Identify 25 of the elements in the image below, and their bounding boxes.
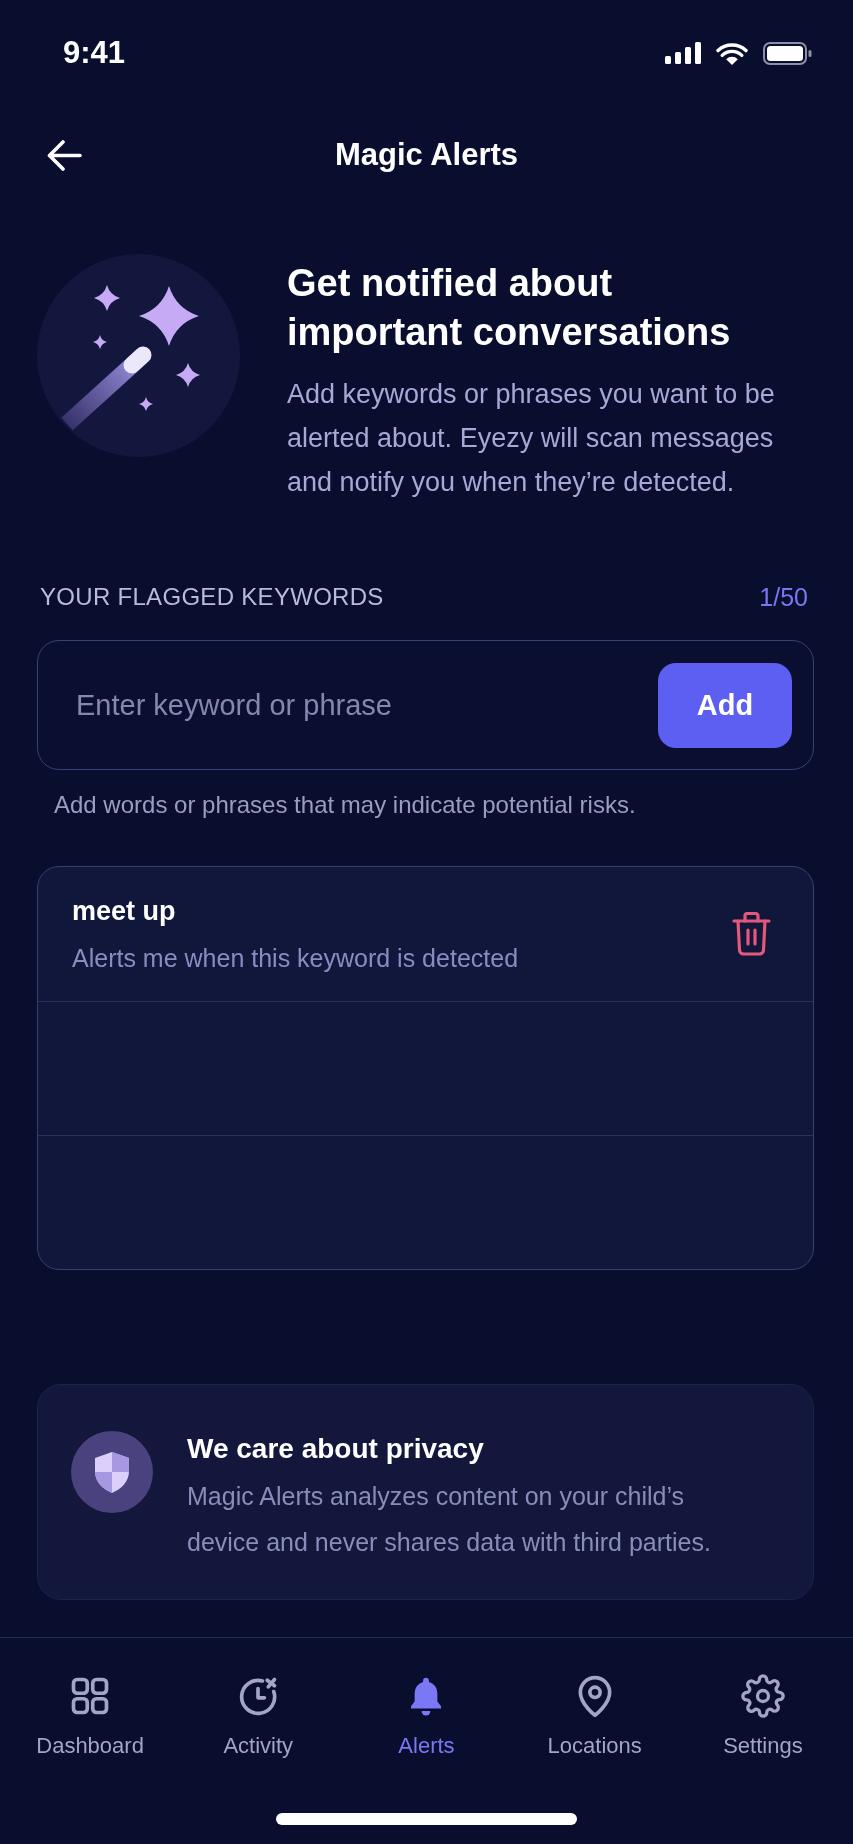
nav-tab[interactable]: Settings [723, 1672, 803, 1762]
status-time: 9:41 [63, 35, 126, 71]
nav-tab[interactable]: Locations [547, 1672, 642, 1762]
back-arrow-icon[interactable] [47, 139, 82, 171]
page-title: Magic Alerts [334, 136, 519, 174]
keyword-description: Alerts me when this keyword is detected [72, 943, 520, 974]
privacy-description: Magic Alerts analyzes content on your child’s device and never shares data with third parties. [187, 1481, 712, 1558]
keyword-input-field[interactable]: Enter keyword or phrase Add [37, 640, 814, 770]
keyword-count: 1/50 [759, 582, 808, 612]
trash-icon[interactable] [732, 912, 771, 956]
keyword-title: meet up [72, 895, 177, 928]
privacy-title: We care about privacy [187, 1432, 485, 1466]
intro-heading: Get notified about important conversations [287, 261, 732, 355]
nav-tab[interactable]: Alerts [398, 1672, 455, 1762]
intro-description: Add keywords or phrases you want to be alerted about. Eyezy will scan messages and notify you when they’re detected. [287, 378, 776, 499]
nav-tab[interactable]: Dashboard [36, 1672, 144, 1762]
settings-icon [740, 1674, 785, 1718]
wifi-icon [716, 41, 748, 65]
battery-icon [763, 41, 812, 65]
signal-icon [665, 42, 701, 64]
nav-tab[interactable]: Activity [223, 1672, 294, 1762]
shield-icon [71, 1431, 153, 1513]
input-hint: Add words or phrases that may indicate potential risks. [54, 790, 637, 820]
add-button[interactable]: Add [658, 662, 792, 748]
section-label: YOUR FLAGGED KEYWORDS [40, 582, 384, 612]
